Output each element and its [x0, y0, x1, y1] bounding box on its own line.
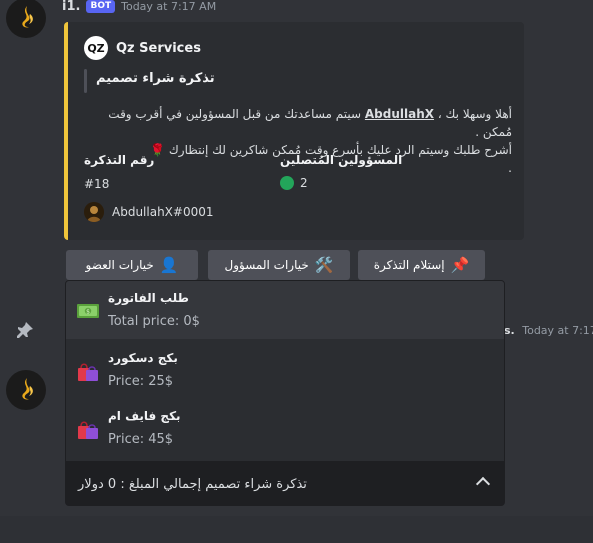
footer-user-avatar — [84, 202, 104, 222]
embed-footer: AbdullahX#0001 — [84, 202, 214, 222]
select-menu-dropdown: $ طلب الفاتورة Total price: 0$ بكج دسكور… — [65, 280, 505, 462]
embed-author-name: Qz Services — [116, 40, 201, 56]
select-option-invoice[interactable]: $ طلب الفاتورة Total price: 0$ — [66, 281, 504, 339]
member-options-button[interactable]: 👤 خيارات العضو — [66, 250, 198, 280]
bot-avatar[interactable] — [6, 0, 46, 38]
discord-chat-view: i1. BOT Today at 7:17 AM QZ Qz Services … — [0, 0, 593, 543]
admin-options-label: خيارات المسؤول — [224, 258, 309, 272]
shopping-bags-icon — [78, 421, 98, 439]
author-name[interactable]: i1. — [62, 0, 80, 14]
field-ticket-number-value: #18 — [84, 177, 110, 191]
message-input-area — [0, 516, 593, 543]
member-options-label: خيارات العضو — [85, 258, 154, 272]
bot-avatar-2[interactable] — [6, 370, 46, 410]
option-label: طلب الفاتورة — [108, 291, 189, 305]
select-menu[interactable]: تذكرة شراء تصميم إجمالي المبلغ : 0 دولار — [65, 462, 505, 506]
option-label: بكج دسكورد — [108, 351, 178, 365]
qz-logo-icon: QZ — [84, 36, 108, 60]
embed-author: QZ Qz Services — [84, 36, 201, 60]
field-online-staff-label: المسؤولين المُتصلين — [280, 153, 403, 167]
option-description: Price: 25$ — [108, 374, 174, 389]
footer-text: AbdullahX#0001 — [112, 205, 214, 219]
green-circle-icon — [280, 176, 294, 190]
pinned-system-message: s. Today at 7:17 — [504, 324, 593, 337]
admin-options-button[interactable]: 🛠️ خيارات المسؤول — [208, 250, 350, 280]
message-timestamp: Today at 7:17 AM — [121, 0, 217, 13]
chevron-up-icon[interactable] — [475, 476, 491, 492]
select-option-fivem-package[interactable]: بكج فايف ام Price: 45$ — [66, 399, 504, 457]
claim-ticket-label: إستلام التذكرة — [373, 258, 445, 272]
option-label: بكج فايف ام — [108, 409, 181, 423]
flame-logo-icon — [22, 6, 33, 28]
tools-icon: 🛠️ — [314, 256, 334, 274]
select-menu-placeholder: تذكرة شراء تصميم إجمالي المبلغ : 0 دولار — [78, 477, 307, 492]
ticket-embed: QZ Qz Services تذكرة شراء تصميم أهلا وسه… — [64, 22, 524, 240]
field-online-staff: 2 — [280, 176, 308, 190]
field-online-staff-value: 2 — [300, 176, 308, 190]
select-option-discord-package[interactable]: بكج دسكورد Price: 25$ — [66, 341, 504, 399]
bot-tag: BOT — [86, 0, 116, 13]
quote-bar — [84, 69, 87, 93]
system-author-name[interactable]: s. — [504, 324, 515, 337]
field-ticket-number-label: رقم التذكرة — [84, 153, 155, 167]
system-timestamp: Today at 7:17 — [522, 324, 593, 337]
embed-title: تذكرة شراء تصميم — [96, 71, 215, 86]
user-mention[interactable]: AbdullahX — [365, 107, 434, 121]
flame-logo-icon — [22, 378, 33, 400]
pushpin-icon: 📌 — [450, 256, 470, 274]
money-icon: $ — [77, 304, 99, 318]
message-header: i1. BOT Today at 7:17 AM — [62, 0, 216, 15]
claim-ticket-button[interactable]: 📌 إستلام التذكرة — [358, 250, 485, 280]
svg-text:$: $ — [86, 309, 90, 316]
pin-icon — [16, 321, 34, 343]
shopping-bags-icon — [78, 363, 98, 381]
option-description: Total price: 0$ — [108, 314, 200, 329]
description-prefix: أهلا وسهلا بك ، — [437, 107, 512, 121]
option-description: Price: 45$ — [108, 432, 174, 447]
user-icon: 👤 — [159, 256, 179, 274]
